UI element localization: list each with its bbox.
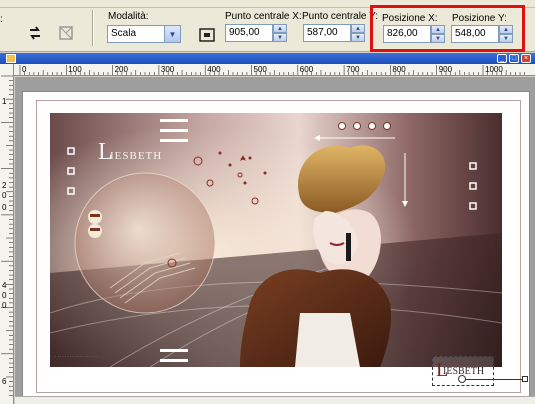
ruler-label: 2 xyxy=(2,181,7,190)
ruler-label: 0 xyxy=(2,191,7,200)
ruler-label: 1 xyxy=(2,97,7,106)
center-x-spinner[interactable]: ▲ ▼ xyxy=(273,24,287,42)
artwork-image[interactable]: L IESBETH · · · · · · · · · · · · · · · … xyxy=(50,113,502,367)
horizontal-scrollbar[interactable] xyxy=(15,396,535,404)
ruler-label: 6 xyxy=(2,377,7,386)
ruler-label: 0 xyxy=(2,203,7,212)
ruler-label: 0 xyxy=(2,301,7,310)
document-titlebar[interactable]: _ □ × xyxy=(0,53,535,64)
svg-text:· · · · · · · · · · · · · · ·: · · · · · · · · · · · · · · · · · · xyxy=(55,354,98,359)
transform-box-icon[interactable] xyxy=(196,24,218,46)
document-icon xyxy=(6,54,16,63)
ruler-label: 0 xyxy=(2,291,7,300)
signature-text: IESBETH xyxy=(110,150,162,162)
close-button[interactable]: × xyxy=(521,54,531,63)
center-x-label: Punto centrale X: xyxy=(225,11,302,22)
chevron-down-icon: ▼ xyxy=(164,26,180,42)
vertical-ruler: 12004006 xyxy=(0,64,14,404)
mode-select[interactable]: Scala ▼ xyxy=(107,25,181,43)
watermark-initial: L xyxy=(436,359,449,381)
center-handle[interactable] xyxy=(458,375,466,383)
mode-select-value: Scala xyxy=(111,28,137,39)
center-y-label: Punto centrale Y: xyxy=(302,11,378,22)
center-y-field[interactable]: 587,00 xyxy=(303,24,351,42)
rotation-handle[interactable] xyxy=(522,376,528,382)
toolbar-separator xyxy=(92,10,94,46)
left-colon-label: : xyxy=(0,14,3,25)
deform-transform-icon[interactable] xyxy=(55,22,77,44)
minimize-button[interactable]: _ xyxy=(497,54,507,63)
maximize-button[interactable]: □ xyxy=(509,54,519,63)
center-x-field[interactable]: 905,00 xyxy=(225,24,273,42)
transform-handle-line[interactable] xyxy=(462,379,526,380)
highlight-box xyxy=(370,5,525,52)
center-y-spinner[interactable]: ▲ ▼ xyxy=(351,24,365,42)
mode-label: Modalità: xyxy=(108,11,149,22)
horizontal-ruler: 0 100 200 300 400 500 600 700 800 900 1000 xyxy=(14,64,535,76)
ruler-label: 4 xyxy=(2,281,7,290)
tool-options-toolbar: : Modalità: Scala ▼ Punto centrale X: 90… xyxy=(0,0,535,52)
reset-arrow-icon[interactable] xyxy=(24,22,46,44)
